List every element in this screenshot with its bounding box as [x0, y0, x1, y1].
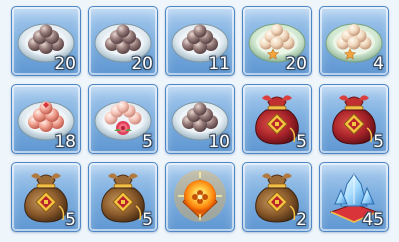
inventory-slot[interactable]: 20	[11, 6, 81, 76]
item-quantity: 10	[208, 132, 230, 152]
glowing-orange-orb-icon	[173, 169, 227, 223]
inventory-slot[interactable]: 11	[165, 6, 235, 76]
item-quantity: 5	[142, 210, 153, 230]
inventory-slot[interactable]: 2	[242, 162, 312, 232]
inventory-slot[interactable]: 4	[319, 6, 389, 76]
inventory-slot[interactable]: 5	[242, 84, 312, 154]
inventory-slot[interactable]: 45	[319, 162, 389, 232]
item-quantity: 5	[373, 132, 384, 152]
item-quantity: 2	[296, 210, 307, 230]
item-quantity: 20	[285, 54, 307, 74]
item-quantity: 4	[373, 54, 384, 74]
item-quantity: 45	[362, 210, 384, 230]
item-quantity: 20	[131, 54, 153, 74]
item-quantity: 20	[54, 54, 76, 74]
inventory-slot[interactable]: 10	[165, 84, 235, 154]
item-quantity: 11	[208, 54, 230, 74]
inventory-slot[interactable]: 20	[242, 6, 312, 76]
inventory-slot[interactable]: 5	[319, 84, 389, 154]
inventory-slot[interactable]: 20	[88, 6, 158, 76]
inventory-slot[interactable]	[165, 162, 235, 232]
inventory-grid: 20 20 11 20 4 18 5 10 5 5 5 5 2 45	[0, 0, 399, 242]
item-quantity: 5	[65, 210, 76, 230]
inventory-slot[interactable]: 5	[88, 162, 158, 232]
item-quantity: 5	[296, 132, 307, 152]
inventory-slot[interactable]: 5	[11, 162, 81, 232]
item-quantity: 5	[142, 132, 153, 152]
item-quantity: 18	[54, 132, 76, 152]
inventory-slot[interactable]: 5	[88, 84, 158, 154]
inventory-slot[interactable]: 18	[11, 84, 81, 154]
